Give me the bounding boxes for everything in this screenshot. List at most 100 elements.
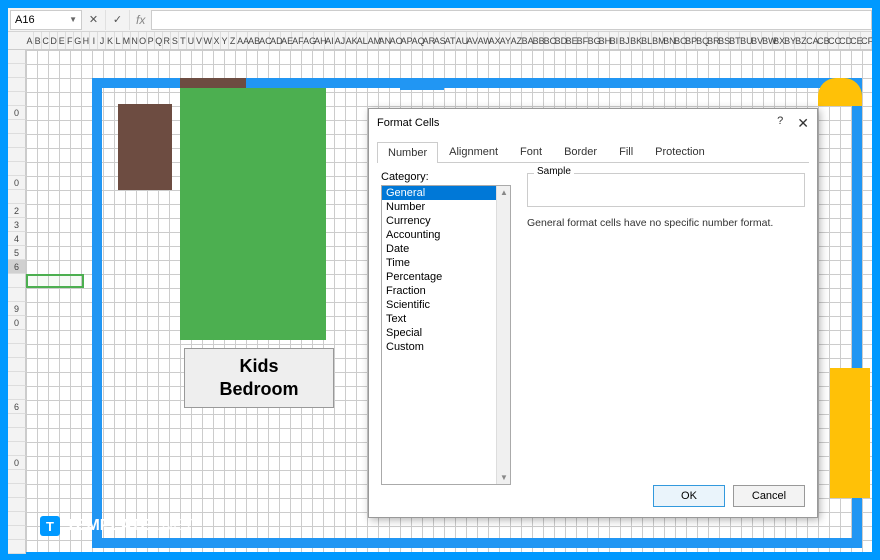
column-header[interactable]: H <box>82 32 90 49</box>
column-header[interactable]: U <box>187 32 195 49</box>
column-header[interactable]: BB <box>533 32 544 49</box>
row-header[interactable] <box>8 372 26 386</box>
category-item[interactable]: Special <box>382 326 510 340</box>
column-header[interactable]: BL <box>641 32 652 49</box>
column-header[interactable]: CA <box>806 32 817 49</box>
column-header[interactable]: AW <box>478 32 489 49</box>
category-item[interactable]: Currency <box>382 214 510 228</box>
column-header[interactable]: AR <box>423 32 434 49</box>
row-header[interactable] <box>8 78 26 92</box>
category-item[interactable]: General <box>382 186 510 200</box>
column-header[interactable]: CD <box>839 32 850 49</box>
row-header[interactable] <box>8 358 26 372</box>
column-header[interactable]: AC <box>259 32 270 49</box>
row-header[interactable] <box>8 330 26 344</box>
column-header[interactable]: BF <box>577 32 588 49</box>
column-header[interactable]: BJ <box>619 32 630 49</box>
column-header[interactable]: BI <box>610 32 620 49</box>
column-header[interactable]: P <box>147 32 155 49</box>
column-header[interactable]: W <box>203 32 213 49</box>
column-header[interactable]: N <box>131 32 139 49</box>
cancel-button[interactable]: Cancel <box>733 485 805 507</box>
column-header[interactable]: AE <box>281 32 292 49</box>
column-header[interactable]: AN <box>379 32 390 49</box>
column-header[interactable]: Q <box>155 32 163 49</box>
column-header[interactable]: AG <box>303 32 314 49</box>
accept-formula-icon[interactable]: ✓ <box>106 10 130 30</box>
column-header[interactable]: T <box>179 32 187 49</box>
column-header[interactable]: BO <box>674 32 685 49</box>
category-item[interactable]: Scientific <box>382 298 510 312</box>
column-header[interactable]: BU <box>740 32 751 49</box>
column-header[interactable]: BC <box>544 32 555 49</box>
column-header[interactable]: AH <box>314 32 325 49</box>
column-header[interactable]: K <box>106 32 114 49</box>
tab-font[interactable]: Font <box>509 141 553 162</box>
column-header[interactable]: BG <box>588 32 599 49</box>
row-header[interactable] <box>8 526 26 540</box>
row-header[interactable] <box>8 442 26 456</box>
row-header[interactable]: 0 <box>8 316 26 330</box>
row-header[interactable]: 2 <box>8 204 26 218</box>
column-header[interactable]: BV <box>751 32 762 49</box>
category-item[interactable]: Accounting <box>382 228 510 242</box>
column-header[interactable]: BP <box>685 32 696 49</box>
listbox-scrollbar[interactable] <box>496 186 510 484</box>
column-header[interactable]: AZ <box>511 32 522 49</box>
row-header[interactable]: 6 <box>8 260 26 274</box>
column-header[interactable]: CC <box>828 32 839 49</box>
column-header[interactable]: BW <box>762 32 773 49</box>
column-header[interactable]: Y <box>221 32 229 49</box>
row-header[interactable] <box>8 498 26 512</box>
column-header[interactable]: CE <box>850 32 861 49</box>
close-icon[interactable]: ✕ <box>797 115 809 132</box>
row-header[interactable]: 6 <box>8 400 26 414</box>
category-item[interactable]: Percentage <box>382 270 510 284</box>
ok-button[interactable]: OK <box>653 485 725 507</box>
column-header[interactable]: B <box>34 32 42 49</box>
dialog-help-icon[interactable]: ? <box>777 115 783 132</box>
row-header[interactable] <box>8 50 26 64</box>
row-header[interactable] <box>8 386 26 400</box>
column-header[interactable]: BD <box>555 32 566 49</box>
name-box-dropdown-icon[interactable]: ▼ <box>69 15 77 24</box>
row-header[interactable] <box>8 288 26 302</box>
category-item[interactable]: Number <box>382 200 510 214</box>
category-listbox[interactable]: GeneralNumberCurrencyAccountingDateTimeP… <box>381 185 511 485</box>
column-header[interactable]: AA <box>237 32 248 49</box>
category-item[interactable]: Text <box>382 312 510 326</box>
row-header[interactable] <box>8 148 26 162</box>
column-header[interactable]: J <box>98 32 106 49</box>
column-header[interactable]: AD <box>270 32 281 49</box>
tab-alignment[interactable]: Alignment <box>438 141 509 162</box>
column-header[interactable]: A <box>26 32 34 49</box>
column-header[interactable]: Z <box>229 32 237 49</box>
column-header[interactable]: BA <box>522 32 533 49</box>
row-header[interactable] <box>8 274 26 288</box>
column-header[interactable]: AP <box>401 32 412 49</box>
column-header[interactable]: BT <box>729 32 740 49</box>
column-header[interactable]: AI <box>325 32 335 49</box>
column-header[interactable]: AX <box>489 32 500 49</box>
column-header[interactable]: AF <box>292 32 303 49</box>
column-header[interactable]: AQ <box>412 32 423 49</box>
row-header[interactable] <box>8 540 26 554</box>
column-header[interactable]: G <box>74 32 82 49</box>
row-header[interactable] <box>8 120 26 134</box>
column-header[interactable]: BH <box>599 32 610 49</box>
column-header[interactable]: CF <box>861 32 872 49</box>
row-header[interactable]: 4 <box>8 232 26 246</box>
column-header[interactable]: AV <box>467 32 478 49</box>
column-header[interactable]: C <box>42 32 50 49</box>
row-header[interactable] <box>8 414 26 428</box>
column-header[interactable]: CB <box>817 32 828 49</box>
row-header[interactable]: 0 <box>8 456 26 470</box>
column-header[interactable]: BR <box>707 32 718 49</box>
column-header[interactable]: AK <box>346 32 357 49</box>
column-header[interactable]: AS <box>434 32 445 49</box>
formula-bar[interactable] <box>151 10 872 30</box>
row-header[interactable] <box>8 470 26 484</box>
row-header[interactable] <box>8 344 26 358</box>
column-header[interactable]: AB <box>248 32 259 49</box>
fx-icon[interactable]: fx <box>130 13 151 27</box>
